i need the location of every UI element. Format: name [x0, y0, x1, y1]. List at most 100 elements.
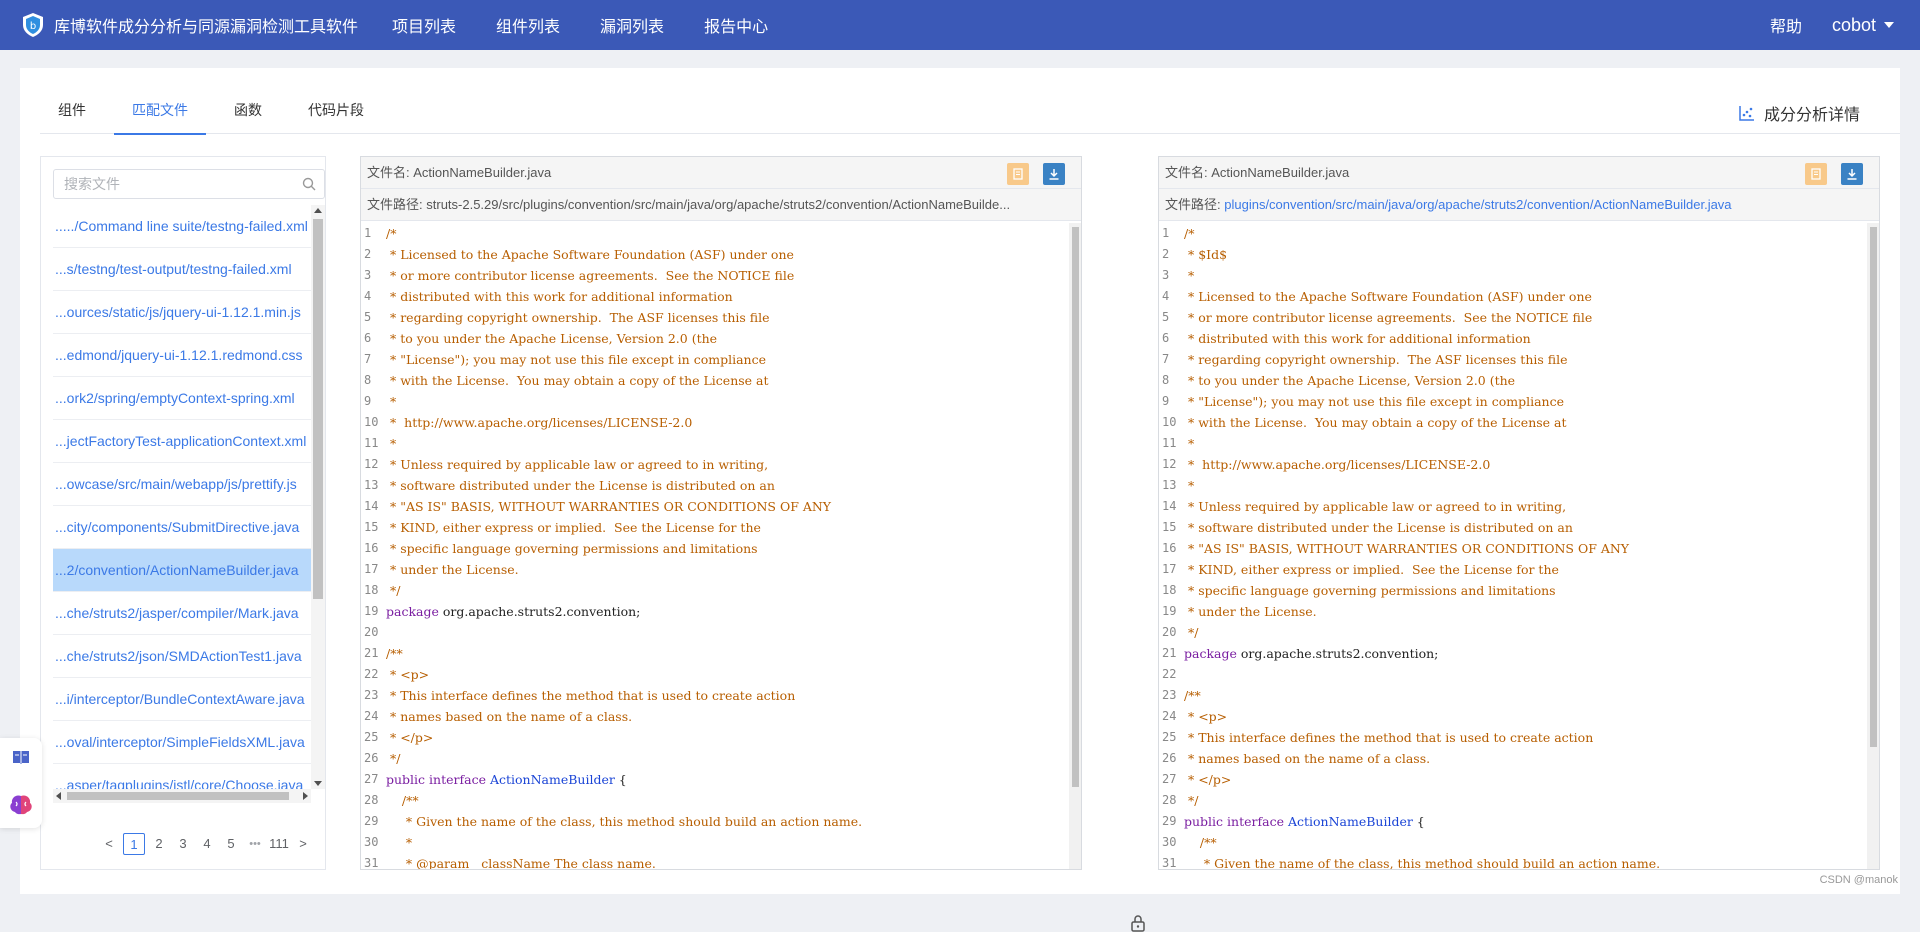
chart-icon — [1738, 104, 1756, 122]
page-button-2[interactable]: 2 — [147, 833, 171, 855]
code-text: * — [383, 433, 396, 454]
file-list-item[interactable]: ...che/struts2/json/SMDActionTest1.java — [53, 635, 311, 678]
code-line: 18 * specific language governing permiss… — [1159, 580, 1867, 601]
file-list-item[interactable]: ...../Command line suite/testng-failed.x… — [53, 205, 311, 248]
code-line: 15 * KIND, either express or implied. Se… — [361, 517, 1069, 538]
main-card: 组件 匹配文件 函数 代码片段 成分分析详情 ...../Command lin… — [20, 68, 1900, 894]
file-list-item[interactable]: ...ork2/spring/emptyContext-spring.xml — [53, 377, 311, 420]
line-number: 12 — [1159, 454, 1181, 475]
analysis-details-link[interactable]: 成分分析详情 — [1738, 101, 1860, 125]
code-text: * Given the name of the class, this meth… — [383, 811, 862, 832]
code-line: 8 * with the License. You may obtain a c… — [361, 370, 1069, 391]
source-code-panel: 文件名: ActionNameBuilder.java 文件路径: struts… — [360, 156, 1082, 870]
nav-component-list[interactable]: 组件列表 — [496, 13, 560, 37]
code-line: 24 * names based on the name of a class. — [361, 706, 1069, 727]
scroll-left-icon[interactable] — [56, 792, 61, 800]
line-number: 5 — [361, 307, 383, 328]
next-page-button[interactable]: > — [291, 833, 315, 855]
code-text: * http://www.apache.org/licenses/LICENSE… — [383, 412, 692, 433]
line-number: 10 — [361, 412, 383, 433]
book-icon[interactable] — [11, 748, 31, 766]
scrollbar-thumb[interactable] — [67, 792, 289, 800]
lock-icon[interactable] — [1130, 914, 1146, 932]
file-list-item[interactable]: ...city/components/SubmitDirective.java — [53, 506, 311, 549]
line-number: 25 — [1159, 727, 1181, 748]
code-text: * — [383, 832, 412, 853]
code-text: * distributed with this work for additio… — [383, 286, 733, 307]
line-number: 14 — [361, 496, 383, 517]
page-button-3[interactable]: 3 — [171, 833, 195, 855]
file-path-label: 文件路径: — [367, 197, 423, 212]
page-ellipsis[interactable]: ••• — [243, 833, 267, 855]
file-list-horizontal-scrollbar[interactable] — [53, 789, 311, 803]
help-link[interactable]: 帮助 — [1770, 13, 1802, 37]
user-menu[interactable]: cobot — [1832, 15, 1894, 36]
code-line: 9 * — [361, 391, 1069, 412]
scrollbar-thumb[interactable] — [313, 219, 323, 599]
code-text: * Unless required by applicable law or a… — [1181, 496, 1566, 517]
line-number: 13 — [361, 475, 383, 496]
file-list-item[interactable]: ...s/testng/test-output/testng-failed.xm… — [53, 248, 311, 291]
line-number: 8 — [1159, 370, 1181, 391]
line-number: 15 — [361, 517, 383, 538]
line-number: 19 — [361, 601, 383, 622]
page-button-last[interactable]: 111 — [267, 833, 291, 855]
file-list-item[interactable]: ...oval/interceptor/SimpleFieldsXML.java — [53, 721, 311, 764]
matched-code-view[interactable]: 1/*2 * $Id$3 *4 * Licensed to the Apache… — [1159, 223, 1867, 869]
code-text: * to you under the Apache License, Versi… — [383, 328, 717, 349]
scrollbar-thumb[interactable] — [1870, 227, 1877, 747]
line-number: 11 — [1159, 433, 1181, 454]
file-list-item[interactable]: ...2/convention/ActionNameBuilder.java — [53, 549, 311, 592]
line-number: 26 — [361, 748, 383, 769]
file-list-vertical-scrollbar[interactable] — [311, 205, 325, 789]
code-text: /* — [1181, 223, 1194, 244]
tab-matched-files[interactable]: 匹配文件 — [114, 96, 206, 134]
tab-functions[interactable]: 函数 — [216, 96, 280, 134]
download-button[interactable] — [1841, 163, 1863, 185]
file-list-item[interactable]: ...owcase/src/main/webapp/js/prettify.js — [53, 463, 311, 506]
caret-down-icon — [1884, 22, 1894, 28]
file-path-link[interactable]: plugins/convention/src/main/java/org/apa… — [1224, 197, 1731, 212]
prev-page-button[interactable]: < — [97, 833, 121, 855]
code-line: 23 * This interface defines the method t… — [361, 685, 1069, 706]
page-button-5[interactable]: 5 — [219, 833, 243, 855]
file-list-item[interactable]: ...i/interceptor/BundleContextAware.java — [53, 678, 311, 721]
nav-project-list[interactable]: 项目列表 — [392, 13, 456, 37]
brain-icon[interactable] — [8, 793, 34, 817]
line-number: 19 — [1159, 601, 1181, 622]
file-list-item[interactable]: ...ources/static/js/jquery-ui-1.12.1.min… — [53, 291, 311, 334]
code-text: */ — [1181, 790, 1198, 811]
code-text: * under the License. — [1181, 601, 1317, 622]
scroll-down-icon[interactable] — [314, 781, 322, 786]
tab-code-snippets[interactable]: 代码片段 — [290, 96, 382, 134]
page-button-1[interactable]: 1 — [123, 833, 145, 855]
search-icon[interactable] — [302, 177, 316, 191]
file-list-item[interactable]: ...jectFactoryTest-applicationContext.xm… — [53, 420, 311, 463]
code-line: 25 * </p> — [361, 727, 1069, 748]
tab-components[interactable]: 组件 — [40, 96, 104, 134]
code-text: * </p> — [383, 727, 433, 748]
analysis-details-label: 成分分析详情 — [1764, 101, 1860, 125]
code-scrollbar[interactable] — [1069, 223, 1081, 869]
code-line: 12 * Unless required by applicable law o… — [361, 454, 1069, 475]
page-button-4[interactable]: 4 — [195, 833, 219, 855]
line-number: 1 — [1159, 223, 1181, 244]
code-scrollbar[interactable] — [1867, 223, 1879, 869]
scroll-right-icon[interactable] — [303, 792, 308, 800]
scrollbar-thumb[interactable] — [1072, 227, 1079, 787]
scroll-up-icon[interactable] — [314, 208, 322, 213]
source-code-view[interactable]: 1/*2 * Licensed to the Apache Software F… — [361, 223, 1069, 869]
file-list-item[interactable]: ...edmond/jquery-ui-1.12.1.redmond.css — [53, 334, 311, 377]
nav-report-center[interactable]: 报告中心 — [704, 13, 768, 37]
code-text: * "License"); you may not use this file … — [1181, 391, 1564, 412]
file-search-input[interactable] — [54, 170, 284, 198]
file-list-item[interactable]: ...che/struts2/jasper/compiler/Mark.java — [53, 592, 311, 635]
code-line: 31 * Given the name of the class, this m… — [1159, 853, 1867, 869]
code-text: * "License"); you may not use this file … — [383, 349, 766, 370]
nav-vulnerability-list[interactable]: 漏洞列表 — [600, 13, 664, 37]
code-line: 21package org.apache.struts2.convention; — [1159, 643, 1867, 664]
copy-button[interactable] — [1007, 163, 1029, 185]
download-button[interactable] — [1043, 163, 1065, 185]
code-text: * regarding copyright ownership. The ASF… — [1181, 349, 1568, 370]
copy-button[interactable] — [1805, 163, 1827, 185]
